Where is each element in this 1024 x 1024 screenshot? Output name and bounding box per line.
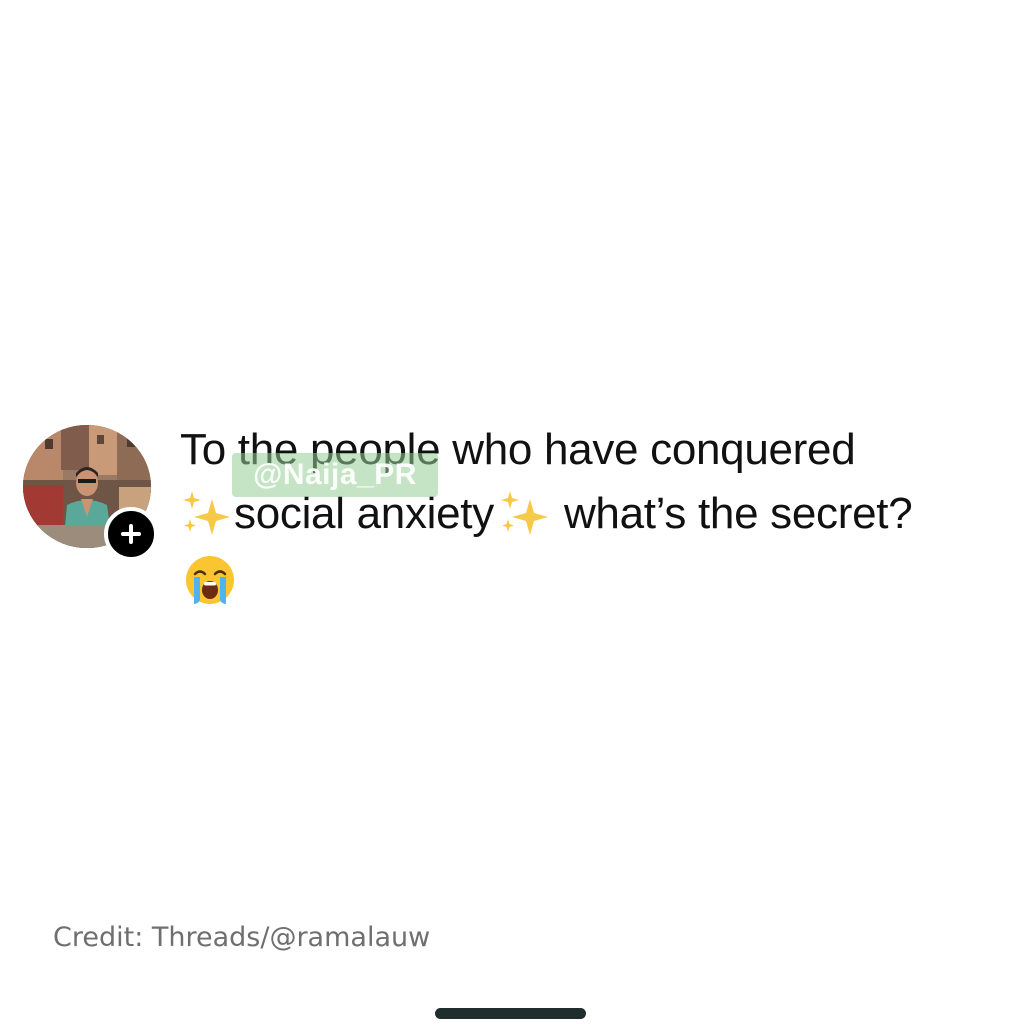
follow-button[interactable] xyxy=(104,507,158,561)
post-line-3 xyxy=(180,546,1000,610)
post-text-question: what’s the secret? xyxy=(563,489,913,538)
credit-text: Credit: Threads/@ramalauw xyxy=(53,922,431,953)
post-text-social-anxiety: social anxiety xyxy=(234,489,494,538)
post-line-2: social anxiety what’s the secret? xyxy=(180,482,1000,546)
home-indicator[interactable] xyxy=(435,1008,586,1019)
plus-icon xyxy=(121,524,141,544)
sparkles-emoji xyxy=(498,489,550,539)
sparkles-emoji xyxy=(180,489,232,539)
post-text: To the people who have conquered social … xyxy=(180,418,1000,610)
loudly-crying-face-emoji xyxy=(184,554,236,606)
post-line-1: To the people who have conquered xyxy=(180,425,856,474)
